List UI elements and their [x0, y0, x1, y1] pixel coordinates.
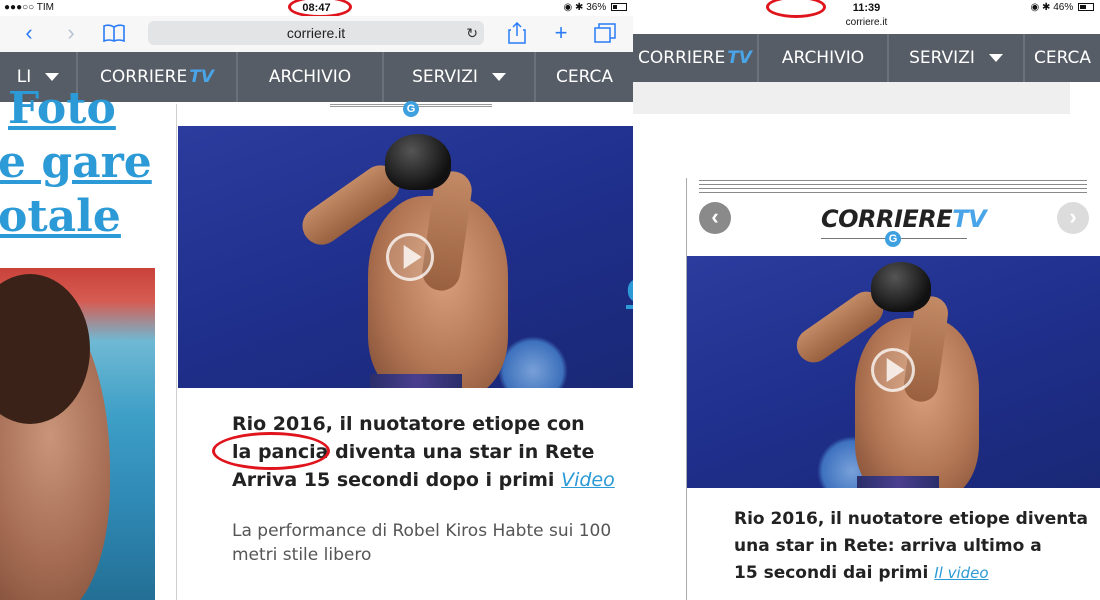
- nav-item-servizi[interactable]: SERVIZI: [889, 34, 1025, 82]
- url-text: corriere.it: [286, 25, 346, 41]
- nav-item-cerca[interactable]: CERCA: [1025, 34, 1100, 82]
- nav-item-corrieretv[interactable]: CORRIERE TV: [633, 34, 759, 82]
- chevron-down-icon: [491, 73, 506, 81]
- status-right: ◉ ✱ 36%: [564, 2, 627, 13]
- left-screenshot: ●●●○○ TIM 08:47 ◉ ✱ 36% ‹ › corriere.it …: [0, 0, 633, 600]
- right-screenshot: 11:39 corriere.it ◉ ✱ 46% CORRIERE TV ARC…: [633, 0, 1100, 600]
- status-right: ◉ ✱ 46%: [1031, 2, 1094, 13]
- nav-item-cerca[interactable]: CERCA: [536, 52, 633, 102]
- battery-icon: [1078, 3, 1094, 11]
- headline-line-2[interactable]: e gare: [0, 136, 152, 190]
- article-headline[interactable]: Rio 2016, il nuotatore etiope con la pan…: [232, 410, 615, 494]
- battery-percent: 36%: [586, 2, 607, 13]
- nav-item-archivio[interactable]: ARCHIVIO: [238, 52, 384, 102]
- share-icon[interactable]: [504, 20, 530, 46]
- back-icon[interactable]: ‹: [16, 20, 42, 46]
- status-bar: 11:39 corriere.it ◉ ✱ 46%: [633, 0, 1100, 32]
- chevron-down-icon: [45, 73, 60, 81]
- orientation-lock-icon: ◉: [563, 2, 573, 13]
- play-icon[interactable]: [386, 233, 434, 281]
- widget-rule: [699, 180, 1087, 194]
- address-bar[interactable]: corriere.it ↻: [148, 21, 484, 45]
- nav-item-servizi[interactable]: SERVIZI: [384, 52, 536, 102]
- add-tab-icon[interactable]: +: [548, 20, 574, 46]
- play-icon[interactable]: [871, 348, 915, 392]
- status-bar: ●●●○○ TIM 08:47 ◉ ✱ 36%: [0, 0, 633, 16]
- bluetooth-icon: ✱: [1042, 2, 1051, 13]
- nav-item-archivio[interactable]: ARCHIVIO: [759, 34, 889, 82]
- next-arrow-icon[interactable]: ›: [1057, 202, 1089, 234]
- chevron-down-icon: [988, 54, 1003, 62]
- battery-icon: [611, 3, 627, 11]
- g-badge-icon: G: [403, 101, 419, 117]
- clock: 08:47: [302, 2, 331, 14]
- video-link[interactable]: Video: [561, 469, 615, 491]
- bookmarks-icon[interactable]: [101, 20, 127, 46]
- g-badge-icon: G: [885, 231, 901, 247]
- reload-icon[interactable]: ↻: [466, 21, 478, 45]
- video-thumbnail[interactable]: [687, 256, 1100, 488]
- headline-line-1[interactable]: Foto: [8, 82, 116, 136]
- battery-percent: 46%: [1053, 2, 1074, 13]
- site-nav: CORRIERE TV ARCHIVIO SERVIZI CERCA: [633, 34, 1100, 82]
- orientation-lock-icon: ◉: [1030, 2, 1040, 13]
- column-divider: [176, 104, 177, 600]
- forward-icon[interactable]: ›: [58, 20, 84, 46]
- article-subtitle: La performance di Robel Kiros Habte sui …: [232, 521, 612, 565]
- video-thumbnail[interactable]: [178, 126, 633, 388]
- article-headline[interactable]: Rio 2016, il nuotatore etiope diventa un…: [734, 506, 1088, 587]
- url-text[interactable]: corriere.it: [633, 17, 1100, 28]
- tabs-icon[interactable]: [592, 20, 618, 46]
- prev-arrow-icon[interactable]: ‹: [699, 202, 731, 234]
- video-link[interactable]: Il video: [934, 564, 988, 582]
- bluetooth-icon: ✱: [575, 2, 584, 13]
- corrieretv-logo: CORRIERETV: [821, 205, 987, 233]
- browser-toolbar: ‹ › corriere.it ↻ +: [0, 16, 633, 52]
- swimmer-photo-left[interactable]: [0, 268, 155, 600]
- headline-line-3[interactable]: otale: [0, 190, 121, 244]
